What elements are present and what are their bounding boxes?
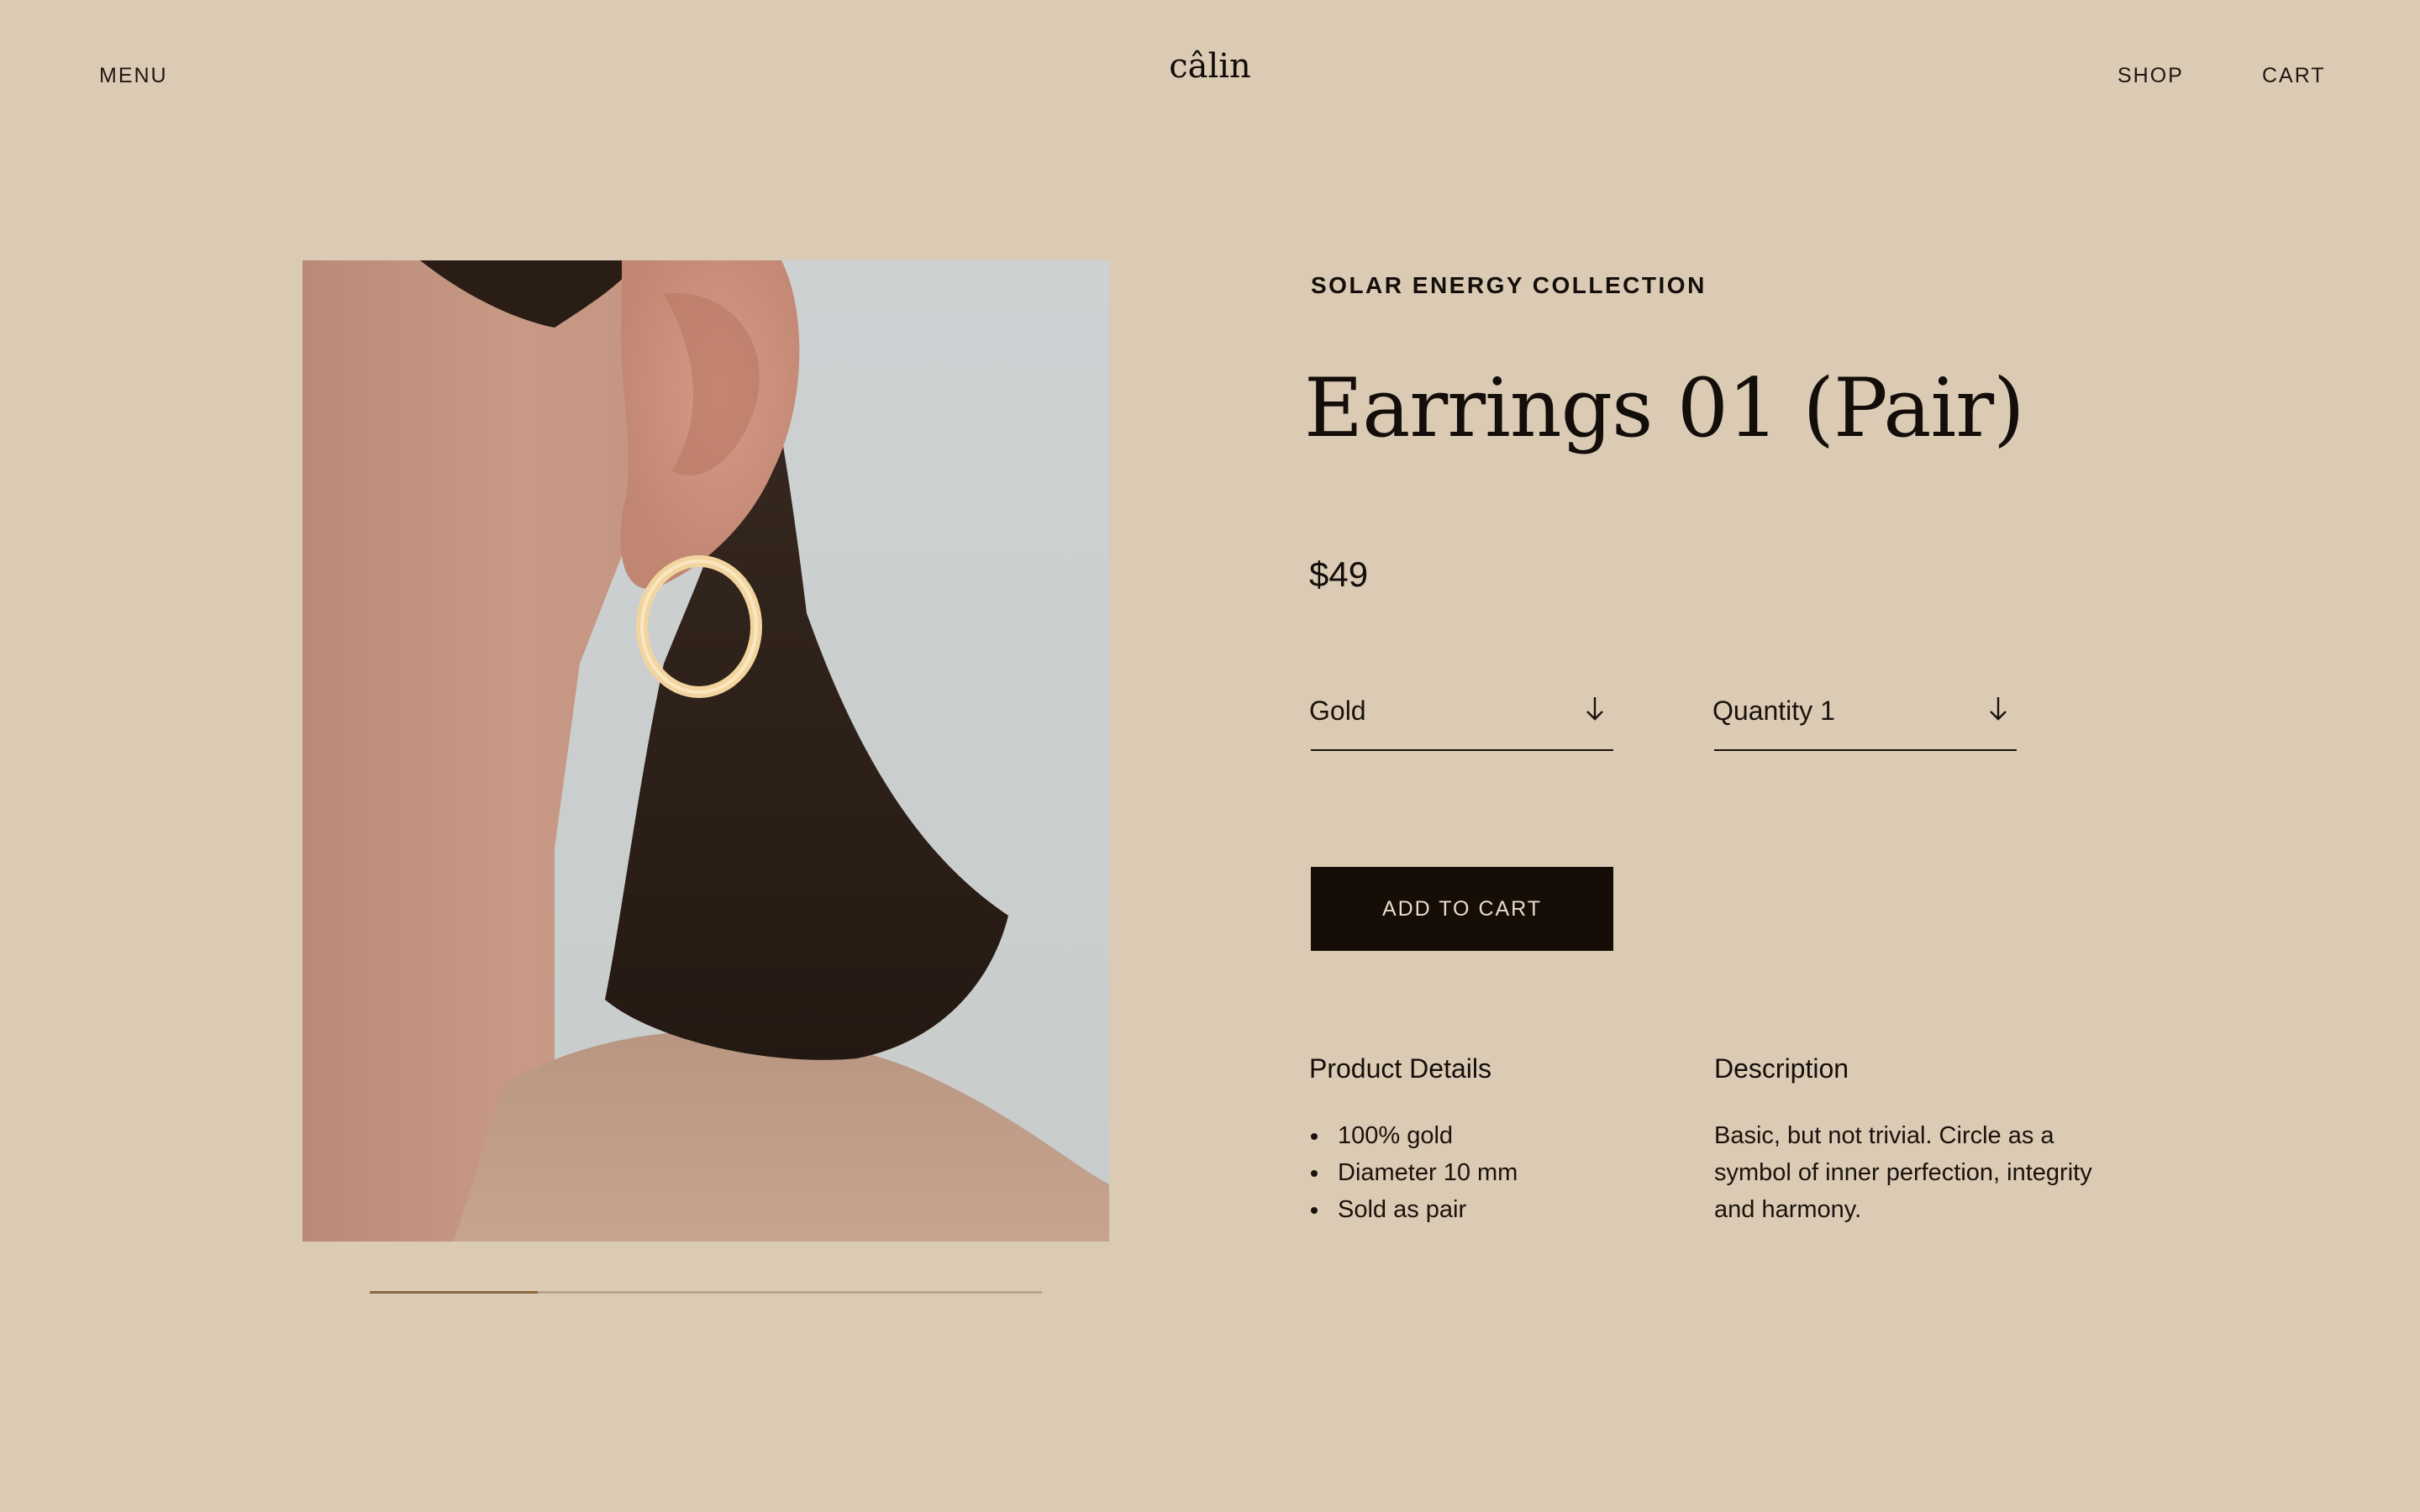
quantity-select[interactable]: Quantity 1 [1712,689,2017,751]
quantity-select-value: Quantity 1 [1712,696,1835,726]
gallery-progress[interactable] [370,1291,1042,1294]
cart-link[interactable]: CART [2262,64,2326,88]
product-price: $49 [1309,554,1369,594]
collection-label: SOLAR ENERGY COLLECTION [1311,272,1707,298]
shop-link[interactable]: SHOP [2118,64,2184,88]
arrow-down-icon [1988,696,2008,722]
product-details-heading: Product Details [1309,1053,1491,1084]
list-item: Diameter 10 mm [1309,1154,1518,1191]
product-title: Earrings 01 (Pair) [1304,361,2025,455]
gallery-progress-fill [370,1291,538,1294]
add-to-cart-button[interactable]: ADD TO CART [1311,867,1613,951]
description-text: Basic, but not trivial. Circle as a symb… [1714,1122,2092,1223]
material-select[interactable]: Gold [1309,689,1613,751]
description-heading: Description [1714,1053,1849,1084]
brand-logo[interactable]: câlin [0,47,2420,86]
arrow-down-icon [1585,696,1605,722]
list-item: Sold as pair [1309,1191,1518,1228]
material-select-value: Gold [1309,696,1366,726]
product-details-list: 100% gold Diameter 10 mm Sold as pair [1309,1117,1518,1228]
list-item: 100% gold [1309,1117,1518,1154]
product-image[interactable] [302,260,1109,1242]
